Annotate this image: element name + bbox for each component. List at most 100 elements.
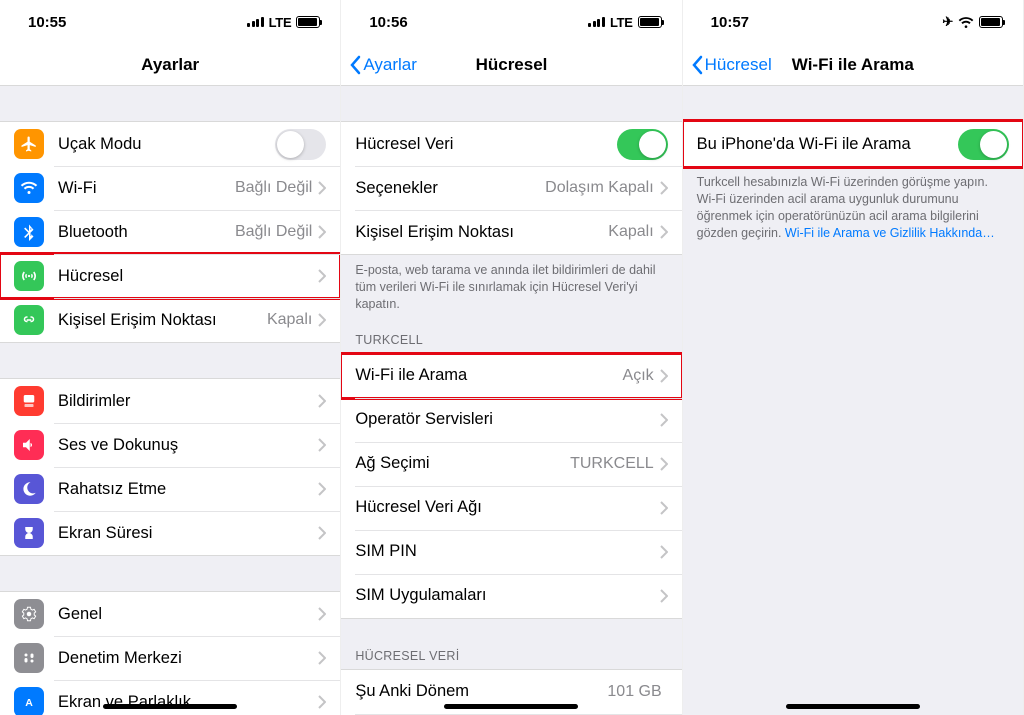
row-value: Açık bbox=[623, 367, 654, 385]
network-label: LTE bbox=[269, 15, 292, 30]
row-wifi-calling[interactable]: Wi‑Fi ile Arama Açık bbox=[341, 354, 681, 398]
cellular-icon bbox=[14, 261, 44, 291]
row-general[interactable]: Genel bbox=[0, 592, 340, 636]
signal-icon bbox=[588, 17, 605, 27]
chevron-left-icon bbox=[349, 55, 361, 75]
status-right: LTE bbox=[588, 15, 661, 30]
row-bluetooth[interactable]: Bluetooth Bağlı Değil bbox=[0, 210, 340, 254]
chevron-icon bbox=[660, 501, 668, 515]
status-time: 10:56 bbox=[369, 14, 407, 31]
chevron-icon bbox=[318, 526, 326, 540]
chevron-left-icon bbox=[691, 55, 703, 75]
screen-wifi-calling: 10:57 ✈︎ Hücresel Wi‑Fi ile Arama Bu iPh… bbox=[683, 0, 1024, 715]
row-label: Şu Anki Dönem bbox=[355, 682, 607, 701]
back-button[interactable]: Ayarlar bbox=[349, 55, 417, 75]
row-wifi[interactable]: Wi-Fi Bağlı Değil bbox=[0, 166, 340, 210]
row-carrier-services[interactable]: Operatör Servisleri bbox=[341, 398, 681, 442]
row-label: Ağ Seçimi bbox=[355, 454, 570, 473]
row-sounds[interactable]: Ses ve Dokunuş bbox=[0, 423, 340, 467]
row-control-center[interactable]: Denetim Merkezi bbox=[0, 636, 340, 680]
row-network-selection[interactable]: Ağ Seçimi TURKCELL bbox=[341, 442, 681, 486]
chevron-icon bbox=[318, 695, 326, 709]
svg-text:A: A bbox=[25, 697, 33, 709]
chevron-icon bbox=[318, 394, 326, 408]
chevron-icon bbox=[660, 225, 668, 239]
chevron-icon bbox=[318, 181, 326, 195]
chevron-icon bbox=[318, 313, 326, 327]
general-icon bbox=[14, 599, 44, 629]
group-alerts: Bildirimler Ses ve Dokunuş Rahatsız Etme… bbox=[0, 378, 340, 556]
row-apn[interactable]: Hücresel Veri Ağı bbox=[341, 486, 681, 530]
cellular-data-toggle[interactable] bbox=[617, 129, 668, 160]
dnd-icon bbox=[14, 474, 44, 504]
row-cellular-data[interactable]: Hücresel Veri bbox=[341, 122, 681, 166]
chevron-icon bbox=[318, 651, 326, 665]
group-connectivity: Uçak Modu Wi-Fi Bağlı Değil Bluetooth Ba… bbox=[0, 121, 340, 343]
row-value: Kapalı bbox=[608, 223, 653, 241]
row-dnd[interactable]: Rahatsız Etme bbox=[0, 467, 340, 511]
nav-bar: Ayarlar bbox=[0, 44, 340, 86]
bluetooth-icon bbox=[14, 217, 44, 247]
display-icon: A bbox=[14, 687, 44, 715]
row-label: Hücresel Veri bbox=[355, 135, 616, 154]
row-cellular[interactable]: Hücresel bbox=[0, 254, 340, 298]
row-notifications[interactable]: Bildirimler bbox=[0, 379, 340, 423]
row-sim-apps[interactable]: SIM Uygulamaları bbox=[341, 574, 681, 618]
row-label: Bu iPhone'da Wi‑Fi ile Arama bbox=[697, 135, 958, 154]
row-label: Rahatsız Etme bbox=[58, 480, 318, 499]
row-display[interactable]: A Ekran ve Parlaklık bbox=[0, 680, 340, 715]
row-label: Operatör Servisleri bbox=[355, 410, 659, 429]
chevron-icon bbox=[660, 413, 668, 427]
nav-title: Wi‑Fi ile Arama bbox=[792, 55, 914, 75]
screen-settings: 10:55 LTE Ayarlar Uçak Modu Wi-Fi Bağlı … bbox=[0, 0, 341, 715]
group-header: TURKCELL bbox=[341, 327, 681, 353]
row-label: Denetim Merkezi bbox=[58, 649, 318, 668]
row-label: Bluetooth bbox=[58, 223, 235, 242]
battery-icon bbox=[638, 16, 662, 28]
row-wifi-calling-this-iphone[interactable]: Bu iPhone'da Wi‑Fi ile Arama bbox=[683, 122, 1023, 166]
row-label: Ses ve Dokunuş bbox=[58, 436, 318, 455]
row-hotspot[interactable]: Kişisel Erişim Noktası Kapalı bbox=[0, 298, 340, 342]
battery-icon bbox=[296, 16, 320, 28]
row-label: Wi‑Fi ile Arama bbox=[355, 366, 622, 385]
home-indicator[interactable] bbox=[103, 704, 237, 709]
row-options[interactable]: Seçenekler Dolaşım Kapalı bbox=[341, 166, 681, 210]
group-footer: E-posta, web tarama ve anında ilet bildi… bbox=[341, 255, 681, 317]
row-label: SIM PIN bbox=[355, 542, 659, 561]
row-label: Hücresel bbox=[58, 267, 318, 286]
row-airplane-mode[interactable]: Uçak Modu bbox=[0, 122, 340, 166]
nav-bar: Ayarlar Hücresel bbox=[341, 44, 681, 86]
settings-content: Uçak Modu Wi-Fi Bağlı Değil Bluetooth Ba… bbox=[0, 86, 340, 715]
status-bar: 10:55 LTE bbox=[0, 0, 340, 44]
airplane-toggle[interactable] bbox=[275, 129, 326, 160]
back-button[interactable]: Hücresel bbox=[691, 55, 772, 75]
chevron-icon bbox=[318, 225, 326, 239]
network-label: LTE bbox=[610, 15, 633, 30]
sound-icon bbox=[14, 430, 44, 460]
group-wifi-calling-toggle: Bu iPhone'da Wi‑Fi ile Arama bbox=[683, 121, 1023, 167]
footer-link[interactable]: Wi‑Fi ile Arama ve Gizlilik Hakkında… bbox=[785, 226, 995, 240]
wifi-icon bbox=[14, 173, 44, 203]
home-indicator[interactable] bbox=[786, 704, 920, 709]
group-general: Genel Denetim Merkezi A Ekran ve Parlakl… bbox=[0, 591, 340, 715]
wifi-calling-toggle[interactable] bbox=[958, 129, 1009, 160]
status-right: LTE bbox=[247, 15, 320, 30]
signal-icon bbox=[247, 17, 264, 27]
row-label: Kişisel Erişim Noktası bbox=[58, 311, 267, 330]
row-screentime[interactable]: Ekran Süresi bbox=[0, 511, 340, 555]
row-hotspot[interactable]: Kişisel Erişim Noktası Kapalı bbox=[341, 210, 681, 254]
group-cellular-data: Hücresel Veri Seçenekler Dolaşım Kapalı … bbox=[341, 121, 681, 255]
group-footer: Turkcell hesabınızla Wi‑Fi üzerinden gör… bbox=[683, 167, 1023, 246]
row-sim-pin[interactable]: SIM PIN bbox=[341, 530, 681, 574]
chevron-icon bbox=[660, 545, 668, 559]
row-value: Bağlı Değil bbox=[235, 179, 312, 197]
back-label: Hücresel bbox=[705, 55, 772, 75]
chevron-icon bbox=[660, 369, 668, 383]
row-label: SIM Uygulamaları bbox=[355, 586, 659, 605]
group-turkcell: Wi‑Fi ile Arama Açık Operatör Servisleri… bbox=[341, 353, 681, 619]
chevron-icon bbox=[318, 438, 326, 452]
nav-bar: Hücresel Wi‑Fi ile Arama bbox=[683, 44, 1023, 86]
airplane-status-icon: ✈︎ bbox=[942, 14, 953, 30]
home-indicator[interactable] bbox=[444, 704, 578, 709]
status-bar: 10:56 LTE bbox=[341, 0, 681, 44]
